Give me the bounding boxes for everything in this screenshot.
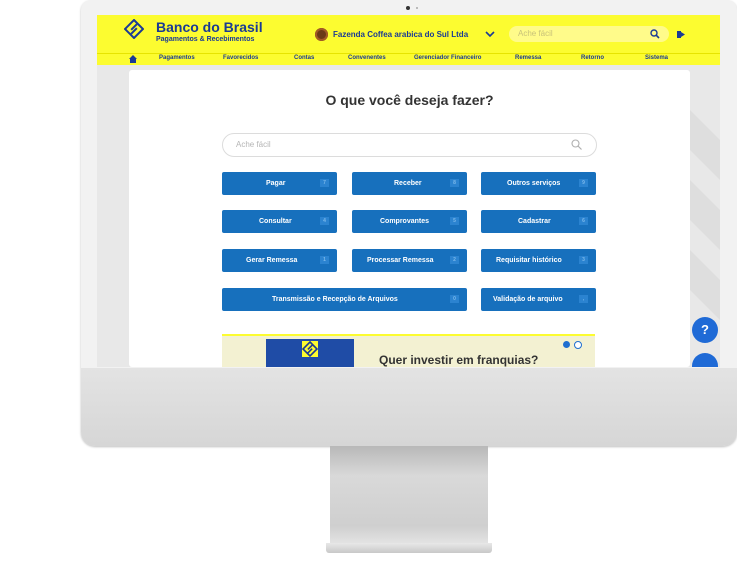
- action-label: Outros serviços: [507, 180, 561, 187]
- shortcut-badge: 0: [450, 295, 459, 303]
- logout-icon[interactable]: [677, 30, 686, 39]
- banner-text: Quer investir em franquias?: [379, 353, 539, 367]
- webcam-sensor: [416, 7, 418, 9]
- webcam: [406, 6, 410, 10]
- nav-item-sistema[interactable]: Sistema: [645, 55, 668, 61]
- shortcut-badge: 4: [320, 217, 329, 225]
- brand-subtitle: Pagamentos & Recebimentos: [156, 36, 255, 43]
- shortcut-badge: 7: [320, 179, 329, 187]
- nav-item-contas[interactable]: Contas: [294, 55, 314, 61]
- nav-item-gerenciador-financeiro[interactable]: Gerenciador Financeiro: [414, 55, 481, 61]
- app-header: Banco do Brasil Pagamentos & Recebimento…: [97, 15, 720, 53]
- screen: Banco do Brasil Pagamentos & Recebimento…: [97, 15, 720, 367]
- nav-item-convenentes[interactable]: Convenentes: [348, 55, 386, 61]
- page-title: O que você deseja fazer?: [325, 92, 494, 108]
- action-label: Comprovantes: [380, 218, 430, 225]
- carousel-dot[interactable]: [574, 341, 582, 349]
- monitor-chin: [81, 368, 737, 446]
- action-label: Processar Remessa: [367, 257, 434, 264]
- company-avatar: [315, 27, 328, 41]
- action-button-pagar[interactable]: Pagar 7: [222, 172, 337, 195]
- shortcut-badge: 3: [579, 256, 588, 264]
- action-button-gerar-remessa[interactable]: Gerar Remessa 1: [222, 249, 337, 272]
- action-label: Gerar Remessa: [246, 257, 298, 264]
- action-button-comprovantes[interactable]: Comprovantes 5: [352, 210, 467, 233]
- header-search-input[interactable]: Ache fácil: [518, 29, 553, 38]
- shortcut-badge: 2: [450, 256, 459, 264]
- main-search-input[interactable]: Ache fácil: [236, 140, 271, 149]
- nav-item-pagamentos[interactable]: Pagamentos: [159, 55, 195, 61]
- main-card: O que você deseja fazer? Ache fácil Paga…: [129, 70, 690, 367]
- chevron-down-icon[interactable]: [485, 29, 495, 39]
- action-label: Receber: [394, 180, 422, 187]
- help-button[interactable]: ?: [692, 317, 718, 343]
- shortcut-badge: 6: [579, 217, 588, 225]
- home-icon[interactable]: [129, 55, 137, 63]
- brand-name: Banco do Brasil: [156, 19, 263, 35]
- main-search[interactable]: Ache fácil: [222, 133, 597, 157]
- action-label: Pagar: [266, 180, 286, 187]
- search-icon[interactable]: [650, 29, 660, 39]
- monitor-stand: [330, 446, 488, 546]
- action-label: Validação de arquivo: [493, 296, 563, 303]
- action-button-transmissao-recepcao-arquivos[interactable]: Transmissão e Recepção de Arquivos 0: [222, 288, 467, 311]
- search-icon[interactable]: [571, 139, 582, 150]
- action-button-cadastrar[interactable]: Cadastrar 6: [481, 210, 596, 233]
- company-selector[interactable]: Fazenda Coffea arabica do Sul Ltda: [315, 27, 468, 41]
- shortcut-badge: 5: [450, 217, 459, 225]
- company-name: Fazenda Coffea arabica do Sul Ltda: [333, 29, 469, 39]
- banco-do-brasil-logo-icon[interactable]: [124, 19, 144, 39]
- action-button-validacao-arquivo[interactable]: Validação de arquivo ,: [481, 288, 596, 311]
- banner-logo-block: [266, 339, 354, 367]
- carousel-dot-active[interactable]: [563, 341, 570, 348]
- action-button-outros-servicos[interactable]: Outros serviços 9: [481, 172, 596, 195]
- banco-do-brasil-logo-icon: [302, 341, 318, 357]
- action-label: Cadastrar: [518, 218, 551, 225]
- action-label: Transmissão e Recepção de Arquivos: [272, 296, 398, 303]
- action-label: Consultar: [259, 218, 292, 225]
- shortcut-badge: 8: [450, 179, 459, 187]
- shortcut-badge: 1: [320, 256, 329, 264]
- shortcut-badge: ,: [579, 295, 588, 303]
- action-button-processar-remessa[interactable]: Processar Remessa 2: [352, 249, 467, 272]
- monitor-stand-base: [326, 543, 492, 553]
- action-button-receber[interactable]: Receber 8: [352, 172, 467, 195]
- main-nav: Pagamentos Favorecidos Contas Convenente…: [97, 53, 720, 65]
- action-button-consultar[interactable]: Consultar 4: [222, 210, 337, 233]
- shortcut-badge: 9: [579, 179, 588, 187]
- promo-banner[interactable]: Quer investir em franquias?: [222, 334, 595, 367]
- action-label: Requisitar histórico: [496, 257, 562, 264]
- header-search[interactable]: Ache fácil: [509, 26, 669, 42]
- nav-item-favorecidos[interactable]: Favorecidos: [223, 55, 258, 61]
- action-button-requisitar-historico[interactable]: Requisitar histórico 3: [481, 249, 596, 272]
- nav-item-retorno[interactable]: Retorno: [581, 55, 604, 61]
- nav-item-remessa[interactable]: Remessa: [515, 55, 541, 61]
